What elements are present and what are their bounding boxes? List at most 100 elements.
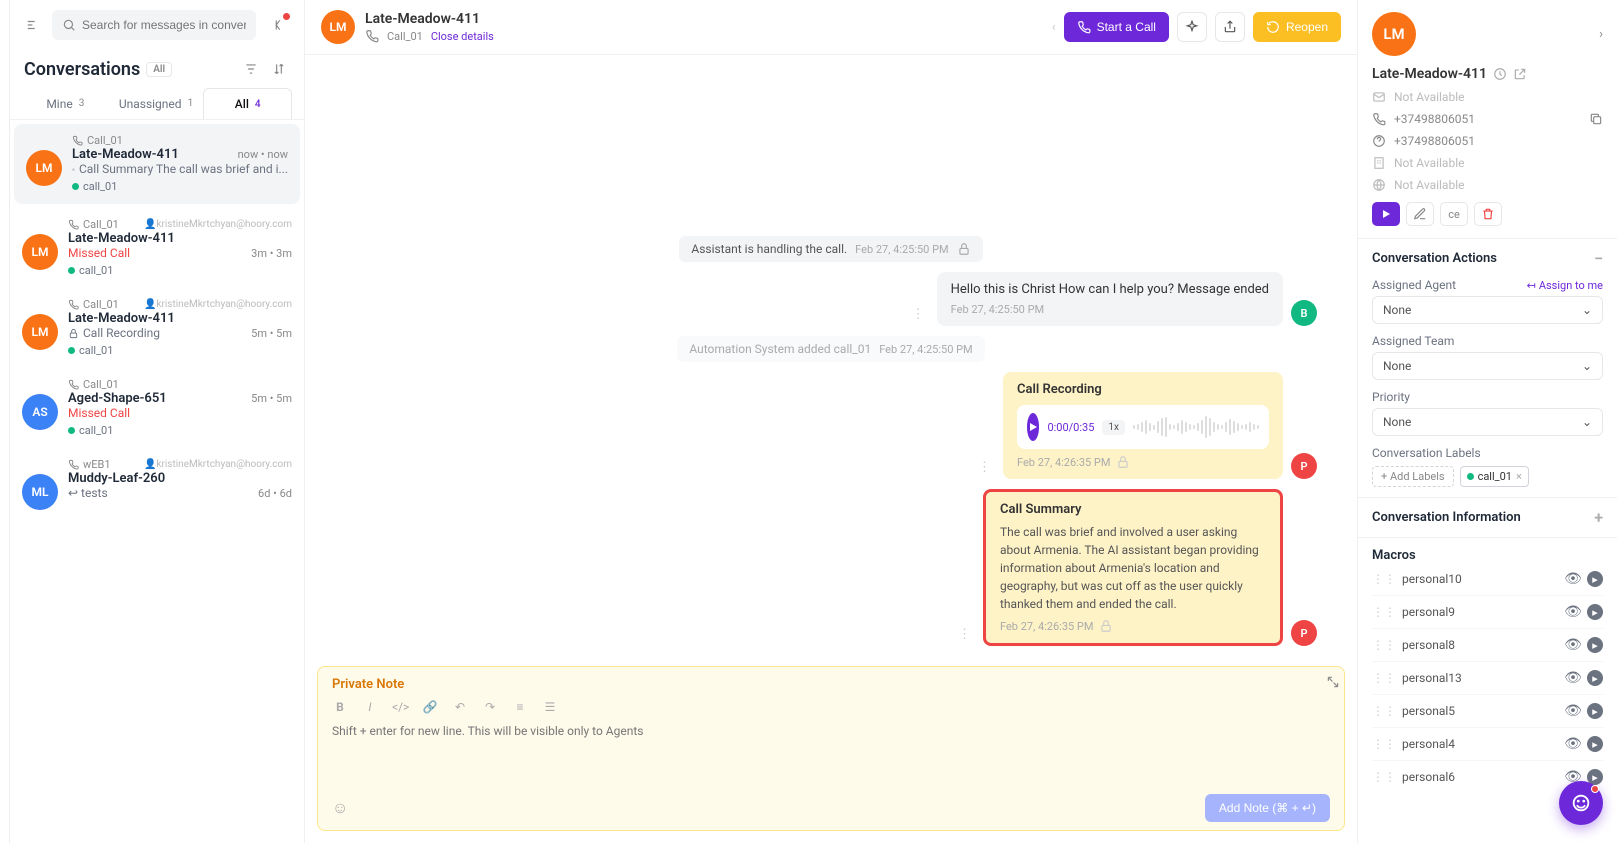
message-menu-button[interactable]: ⋮	[908, 303, 929, 326]
playback-speed-button[interactable]: 1x	[1102, 420, 1125, 435]
conversation-avatar: LM	[22, 314, 58, 350]
play-button[interactable]	[1027, 413, 1039, 441]
sort-button[interactable]	[268, 58, 290, 80]
add-note-button[interactable]: Add Note (⌘ + ↵)	[1205, 794, 1330, 822]
start-call-button[interactable]: Start a Call	[1064, 12, 1169, 42]
lock-icon	[1116, 455, 1130, 469]
macro-item: ⋮⋮personal8 👁▸	[1372, 629, 1603, 662]
conversation-item[interactable]: LM Call_01 👤kristineMkrtchyan@hoory.com …	[10, 208, 304, 288]
label-chip[interactable]: call_01×	[1460, 466, 1529, 487]
email-icon	[1372, 90, 1386, 104]
assigned-agent-select[interactable]: None⌄	[1372, 296, 1603, 324]
contact-location: Not Available	[1394, 178, 1464, 192]
conversation-info-title: Conversation Information	[1372, 510, 1521, 525]
conversation-item[interactable]: LM Call_01 Late-Meadow-411 now • now Cal…	[14, 124, 300, 204]
conversation-time: 3m • 3m	[251, 247, 292, 260]
run-macro-button[interactable]: ▸	[1587, 637, 1603, 653]
filter-button[interactable]	[240, 58, 262, 80]
preview-macro-button[interactable]: 👁	[1565, 604, 1581, 620]
close-details-link[interactable]: Close details	[431, 30, 494, 43]
conversations-scope-badge[interactable]: All	[146, 62, 172, 77]
list-toggle-icon[interactable]	[22, 14, 44, 36]
collapse-section-button[interactable]: −	[1594, 249, 1603, 268]
merge-contact-button[interactable]: ce	[1440, 202, 1468, 226]
external-link-icon[interactable]	[1513, 67, 1527, 81]
preview-macro-button[interactable]: 👁	[1565, 703, 1581, 719]
code-button[interactable]: </>	[392, 700, 408, 714]
note-textarea[interactable]	[332, 724, 1330, 752]
bot-avatar: P	[1291, 620, 1317, 646]
macro-name: personal9	[1402, 605, 1455, 619]
collapse-sidebar-button[interactable]	[264, 11, 292, 39]
search-input-wrapper[interactable]	[52, 10, 256, 40]
remove-label-icon[interactable]: ×	[1516, 470, 1522, 483]
conversation-time: 5m • 5m	[251, 327, 292, 340]
assign-to-me-link[interactable]: ↤ Assign to me	[1527, 279, 1603, 292]
lock-icon	[957, 242, 971, 256]
conversation-source: Call_01	[83, 378, 119, 391]
details-panel: LM › Late-Meadow-411 Not Available +3749…	[1357, 0, 1617, 843]
run-macro-button[interactable]: ▸	[1587, 703, 1603, 719]
copy-icon[interactable]	[1589, 112, 1603, 126]
run-macro-button[interactable]: ▸	[1587, 670, 1603, 686]
run-macro-button[interactable]: ▸	[1587, 571, 1603, 587]
preview-macro-button[interactable]: 👁	[1565, 670, 1581, 686]
lock-icon	[1099, 619, 1113, 633]
new-conversation-button[interactable]	[1372, 202, 1400, 226]
help-fab[interactable]	[1559, 781, 1603, 825]
collapse-panel-button[interactable]: ›	[1599, 27, 1603, 42]
preview-macro-button[interactable]: 👁	[1565, 571, 1581, 587]
macro-name: personal13	[1402, 671, 1462, 685]
message-menu-button[interactable]: ⋮	[974, 456, 995, 479]
edit-contact-button[interactable]	[1406, 202, 1434, 226]
link-button[interactable]: 🔗	[422, 700, 438, 714]
drag-handle-icon[interactable]: ⋮⋮	[1372, 737, 1396, 751]
conversation-item[interactable]: ML wEB1 👤kristineMkrtchyan@hoory.com Mud…	[10, 448, 304, 521]
drag-handle-icon[interactable]: ⋮⋮	[1372, 770, 1396, 784]
tab-mine[interactable]: Mine3	[22, 88, 109, 119]
contact-email: Not Available	[1394, 90, 1464, 104]
assigned-team-select[interactable]: None⌄	[1372, 352, 1603, 380]
drag-handle-icon[interactable]: ⋮⋮	[1372, 704, 1396, 718]
emoji-button[interactable]: ☺	[332, 798, 348, 818]
audio-player[interactable]: 0:00/0:35 1x	[1017, 405, 1269, 449]
tab-all[interactable]: All4	[203, 88, 292, 119]
search-input[interactable]	[82, 18, 246, 32]
add-labels-button[interactable]: + Add Labels	[1372, 466, 1454, 487]
private-note-tab[interactable]: Private Note	[332, 677, 404, 692]
system-message: Automation System added call_01 Feb 27, …	[677, 336, 984, 362]
bullet-list-button[interactable]: ≡	[512, 700, 528, 714]
preview-macro-button[interactable]: 👁	[1565, 637, 1581, 653]
fab-notification-dot	[1591, 785, 1599, 793]
delete-contact-button[interactable]	[1474, 202, 1502, 226]
whatsapp-icon	[1372, 134, 1386, 148]
run-macro-button[interactable]: ▸	[1587, 736, 1603, 752]
conversation-item[interactable]: AS Call_01 Aged-Shape-651 5m • 5m Missed…	[10, 368, 304, 448]
tab-unassigned[interactable]: Unassigned1	[113, 88, 200, 119]
drag-handle-icon[interactable]: ⋮⋮	[1372, 572, 1396, 586]
redo-button[interactable]: ↷	[482, 700, 498, 714]
run-macro-button[interactable]: ▸	[1587, 604, 1603, 620]
ordered-list-button[interactable]: ☰	[542, 700, 558, 714]
italic-button[interactable]: I	[362, 700, 378, 714]
sparkle-button[interactable]	[1177, 12, 1207, 42]
drag-handle-icon[interactable]: ⋮⋮	[1372, 638, 1396, 652]
conversation-item[interactable]: LM Call_01 👤kristineMkrtchyan@hoory.com …	[10, 288, 304, 368]
chat-main: LM Late-Meadow-411 Call_01 Close details…	[305, 0, 1357, 843]
share-button[interactable]	[1215, 12, 1245, 42]
prev-conversation-button[interactable]: ‹	[1052, 20, 1056, 35]
drag-handle-icon[interactable]: ⋮⋮	[1372, 671, 1396, 685]
building-icon	[1372, 156, 1386, 170]
phone-icon	[68, 459, 79, 470]
conversation-assignee: 👤kristineMkrtchyan@hoory.com	[144, 459, 292, 470]
message-menu-button[interactable]: ⋮	[954, 623, 975, 646]
bold-button[interactable]: B	[332, 700, 348, 714]
priority-select[interactable]: None⌄	[1372, 408, 1603, 436]
expand-compose-button[interactable]	[1322, 671, 1344, 693]
reopen-button[interactable]: Reopen	[1253, 12, 1341, 42]
preview-macro-button[interactable]: 👁	[1565, 736, 1581, 752]
audio-waveform[interactable]	[1133, 415, 1259, 439]
expand-section-button[interactable]: +	[1594, 508, 1603, 527]
drag-handle-icon[interactable]: ⋮⋮	[1372, 605, 1396, 619]
undo-button[interactable]: ↶	[452, 700, 468, 714]
